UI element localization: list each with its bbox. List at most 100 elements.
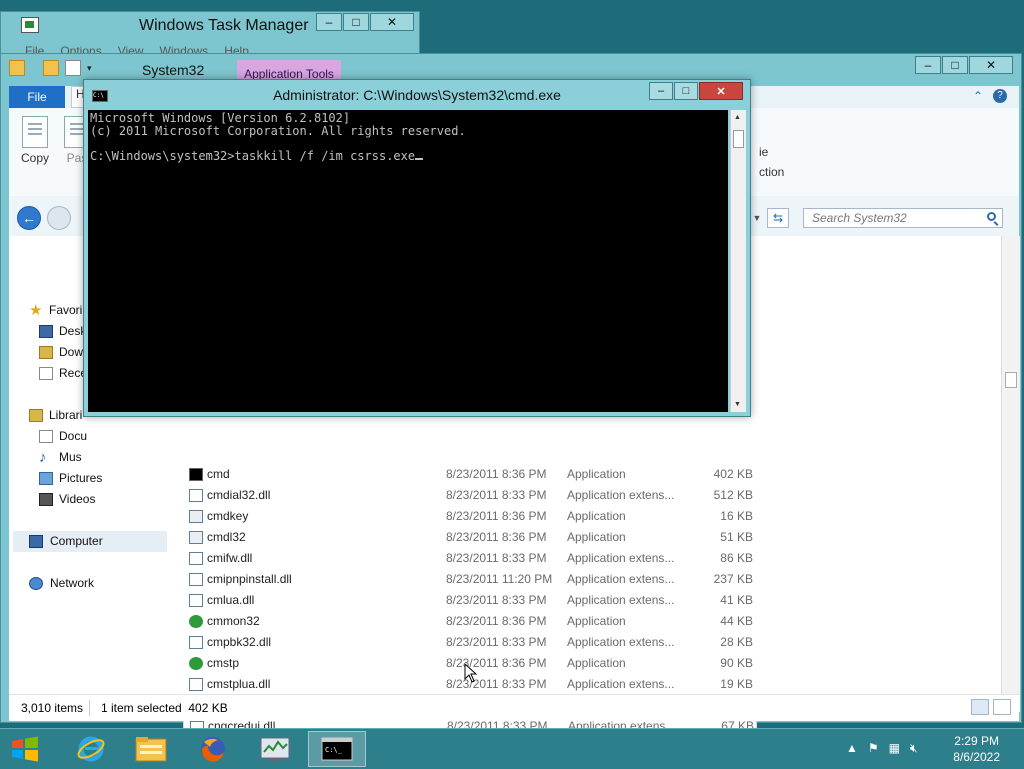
mouse-pointer-icon (464, 663, 478, 683)
file-row[interactable]: cmpbk32.dll 8/23/2011 8:33 PM Application … (183, 632, 757, 653)
file-list-scrollbar[interactable] (1001, 236, 1020, 712)
details-view-button[interactable] (971, 699, 989, 715)
search-icon[interactable] (987, 212, 996, 221)
file-size: 41 KB (720, 593, 753, 607)
new-folder-icon[interactable] (43, 60, 59, 76)
file-row[interactable]: cmd 8/23/2011 8:36 PM Application 402 KB (183, 464, 757, 485)
nav-favorites[interactable]: ★ Favori (29, 300, 82, 321)
file-date: 8/23/2011 11:20 PM (446, 572, 553, 586)
file-name: cmdl32 (207, 530, 246, 544)
file-row[interactable]: cmdial32.dll 8/23/2011 8:33 PM Application… (183, 485, 757, 506)
file-row[interactable]: cmdl32 8/23/2011 8:36 PM Application 51 KB (183, 527, 757, 548)
nav-libraries[interactable]: Librari (29, 405, 82, 426)
explorer-close-button[interactable]: ✕ (969, 56, 1013, 74)
scroll-up-arrow-icon[interactable]: ▲ (734, 114, 741, 121)
network-status-icon[interactable]: ▦ (889, 741, 900, 756)
dll-file-icon (189, 552, 203, 565)
taskbar-firefox[interactable] (184, 731, 242, 767)
task-manager-icon (260, 737, 290, 761)
file-tab[interactable]: File (9, 86, 65, 108)
documents-icon (39, 430, 53, 443)
file-row[interactable]: cmifw.dll 8/23/2011 8:33 PM Application ex… (183, 548, 757, 569)
file-row[interactable]: cmdkey 8/23/2011 8:36 PM Application 16 KB (183, 506, 757, 527)
file-date: 8/23/2011 8:33 PM (446, 593, 547, 607)
refresh-button[interactable]: ⇆ (767, 208, 789, 228)
tm-close-button[interactable]: ✕ (370, 13, 414, 31)
nav-music[interactable]: ♪ Mus (39, 447, 82, 468)
console-output[interactable]: Microsoft Windows [Version 6.2.8102] (c) … (88, 110, 728, 412)
explorer-folder-icon (9, 60, 25, 76)
file-name: cmdial32.dll (207, 488, 271, 502)
nav-desktop[interactable]: Desk (39, 321, 86, 342)
cmd-close-button[interactable]: ✕ (699, 82, 743, 100)
file-name: cmpbk32.dll (207, 635, 272, 649)
tm-maximize-button[interactable]: □ (343, 13, 369, 31)
dll-file-icon (189, 636, 203, 649)
nav-videos[interactable]: Videos (39, 489, 95, 510)
cmd-minimize-button[interactable]: – (649, 82, 673, 100)
task-manager-title: Windows Task Manager (139, 17, 309, 34)
file-row[interactable]: cmipnpinstall.dll 8/23/2011 11:20 PM Appli… (183, 569, 757, 590)
action-center-flag-icon[interactable]: ⚑ (868, 741, 879, 756)
dll-file-icon (189, 678, 203, 691)
taskbar-command-prompt[interactable]: C:\_ (308, 731, 366, 767)
ribbon-collapse-icon[interactable]: ⌃ (973, 89, 983, 103)
forward-button[interactable] (47, 206, 71, 230)
taskbar-internet-explorer[interactable] (62, 731, 120, 767)
help-icon[interactable]: ? (993, 89, 1007, 103)
cmd-maximize-button[interactable]: □ (674, 82, 698, 100)
nav-downloads[interactable]: Dow (39, 342, 83, 363)
explorer-minimize-button[interactable]: – (915, 56, 941, 74)
file-row[interactable]: cmlua.dll 8/23/2011 8:33 PM Application ex… (183, 590, 757, 611)
taskbar-file-explorer[interactable] (122, 731, 180, 767)
svg-text:C:\_: C:\_ (325, 746, 343, 754)
explorer-maximize-button[interactable]: □ (942, 56, 968, 74)
search-input[interactable]: Search System32 (803, 208, 1003, 228)
downloads-icon (39, 346, 53, 359)
ribbon-right-labels: ie ction (759, 138, 784, 186)
file-size: 16 KB (720, 509, 753, 523)
nav-network[interactable]: Network (29, 573, 94, 594)
file-name: cmdkey (207, 509, 249, 523)
file-row[interactable]: cmmon32 8/23/2011 8:36 PM Application 44 KB (183, 611, 757, 632)
nav-pictures[interactable]: Pictures (39, 468, 102, 489)
console-line: Microsoft Windows [Version 6.2.8102] (90, 111, 351, 125)
file-date: 8/23/2011 8:33 PM (446, 677, 547, 691)
nav-recent[interactable]: Rece (39, 363, 87, 384)
file-type: Application (567, 509, 626, 523)
scrollbar-thumb[interactable] (1005, 372, 1017, 388)
start-button[interactable] (10, 736, 40, 762)
tm-minimize-button[interactable]: – (316, 13, 342, 31)
volume-muted-icon[interactable]: 🔇︎ (910, 741, 918, 756)
copy-label: Copy (20, 151, 49, 165)
text-cursor (415, 157, 424, 160)
cmd-scrollbar-thumb[interactable] (733, 130, 744, 148)
file-date: 8/23/2011 8:33 PM (446, 551, 547, 565)
large-icons-view-button[interactable] (993, 699, 1011, 715)
pictures-icon (39, 472, 53, 485)
clock[interactable]: 2:29 PM 8/6/2022 (953, 733, 1000, 765)
file-date: 8/23/2011 8:33 PM (446, 635, 547, 649)
copy-button[interactable]: Copy (13, 116, 57, 165)
back-button[interactable]: ← (17, 206, 41, 230)
scroll-down-arrow-icon[interactable]: ▼ (734, 401, 741, 408)
file-size: 90 KB (720, 656, 753, 670)
nav-computer[interactable]: Computer (13, 531, 167, 552)
status-divider (89, 700, 90, 716)
ribbon-label-2[interactable]: ction (759, 158, 784, 186)
file-size: 402 KB (713, 467, 753, 481)
file-size: 28 KB (720, 635, 753, 649)
file-explorer-icon (135, 737, 167, 762)
cmd-scrollbar[interactable]: ▲ ▼ (730, 110, 746, 412)
nav-documents[interactable]: Docu (39, 426, 87, 447)
file-name: cmstplua.dll (207, 677, 271, 691)
properties-icon[interactable] (65, 60, 81, 76)
taskbar-task-manager[interactable] (246, 731, 304, 767)
show-hidden-icons-icon[interactable]: ▲ (846, 741, 858, 756)
address-dropdown-icon[interactable]: ▼ (749, 208, 765, 228)
customize-toolbar-icon[interactable]: ▾ (87, 63, 92, 74)
file-type: Application extens... (567, 635, 675, 649)
file-size: 44 KB (720, 614, 753, 628)
file-name: cmipnpinstall.dll (207, 572, 292, 586)
command-prompt-window[interactable]: C:\ Administrator: C:\Windows\System32\c… (83, 79, 751, 417)
